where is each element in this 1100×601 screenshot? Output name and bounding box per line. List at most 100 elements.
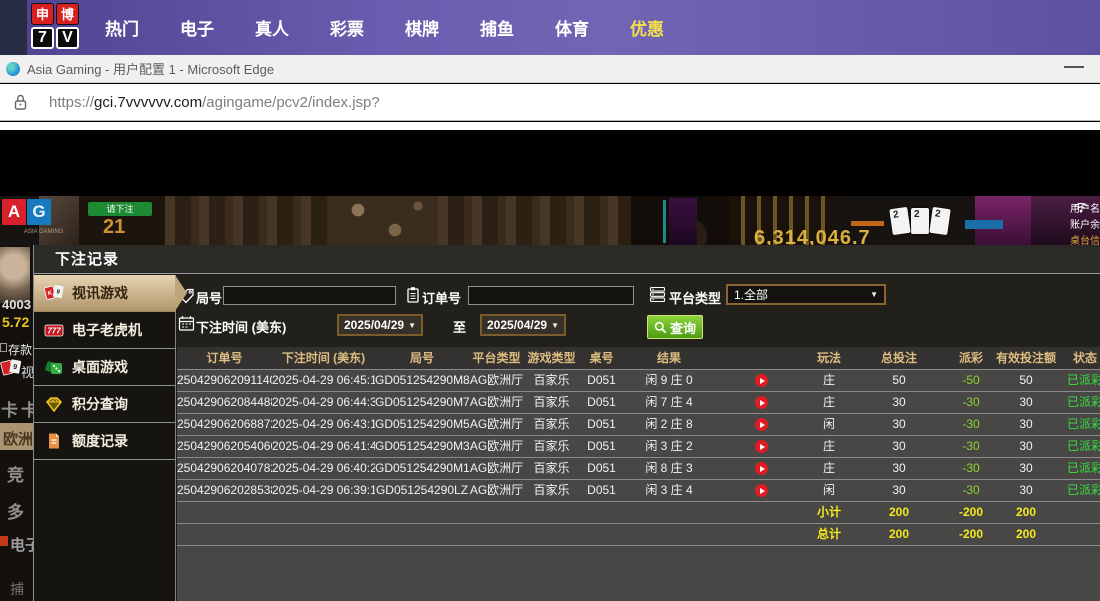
- banner-blue-bar: [965, 220, 1003, 229]
- column-header: 订单号: [177, 347, 272, 369]
- main-nav-items: 热门 电子 真人 彩票 棋牌 捕鱼 体育 优惠: [92, 0, 669, 55]
- chevron-down-icon: ▼: [551, 321, 559, 330]
- platform-stack-icon: [649, 286, 666, 303]
- ag-logo: A G ASIA GAMING: [2, 199, 54, 241]
- points-value: 4003: [2, 297, 31, 312]
- cell-game: 百家乐: [524, 436, 579, 457]
- sidebar-item-2[interactable]: 桌面游戏: [34, 349, 175, 386]
- banner-slot-sliver: [669, 198, 697, 245]
- nav-item-1[interactable]: 电子: [175, 15, 219, 40]
- avatar: [0, 247, 30, 303]
- cell-payout: -30: [949, 414, 993, 435]
- total-cell-status: [1059, 524, 1100, 545]
- minimize-button[interactable]: [1064, 66, 1084, 68]
- balance-value: 5.72: [2, 314, 29, 330]
- replay-button[interactable]: [755, 440, 768, 453]
- total-cell-game: [524, 502, 579, 523]
- cell-time: 2025-04-29 06:45:14: [272, 370, 375, 391]
- table-row: 2504290620407822025-04-29 06:40:24GD0512…: [177, 458, 1100, 480]
- site-logo[interactable]: 申 博 7 V: [31, 3, 80, 52]
- multi-nav-partial[interactable]: 多: [7, 498, 24, 523]
- dice-icon: [44, 358, 64, 376]
- total-cell-time: [272, 502, 375, 523]
- fish-nav-partial[interactable]: 捕: [10, 579, 24, 599]
- ag-logo-caption: ASIA GAMING: [24, 229, 63, 235]
- total-cell-result: [624, 502, 714, 523]
- url-scheme: https://: [49, 94, 94, 111]
- cell-status: 已派彩: [1059, 392, 1100, 413]
- nav-item-7[interactable]: 优惠: [625, 15, 669, 40]
- cell-result: 闲 2 庄 8: [624, 414, 714, 435]
- nav-item-4[interactable]: 棋牌: [400, 15, 444, 40]
- nav-item-3[interactable]: 彩票: [325, 15, 369, 40]
- total-cell-status: [1059, 502, 1100, 523]
- table-number: 21: [103, 216, 125, 239]
- replay-button[interactable]: [755, 418, 768, 431]
- sidebar-item-0[interactable]: K9视讯游戏: [34, 275, 175, 312]
- deposit-link[interactable]: 存款: [8, 341, 32, 358]
- banner-game-tile: 请下注 21: [79, 196, 165, 245]
- cell-game: 百家乐: [524, 414, 579, 435]
- column-header: 派彩: [949, 347, 993, 369]
- chevron-down-icon: ▼: [870, 290, 878, 299]
- cell-bet: 30: [849, 458, 949, 479]
- cell-play: 庄: [809, 458, 849, 479]
- cell-status: 已派彩: [1059, 436, 1100, 457]
- total-cell-payout: -200: [949, 502, 993, 523]
- casino-banner: A G ASIA GAMING 请下注 21 2 2 2 6,314,046.7: [0, 196, 1100, 245]
- url-text: https://gci.7vvvvvv.com/agingame/pcv2/in…: [49, 94, 380, 111]
- sidebar-item-4[interactable]: 额度记录: [34, 423, 175, 460]
- window-titlebar: Asia Gaming - 用户配置 1 - Microsoft Edge: [0, 55, 1100, 83]
- cell-order: 250429062091140: [177, 370, 272, 391]
- date-from-picker[interactable]: 2025/04/29 ▼: [337, 314, 423, 336]
- cell-game: 百家乐: [524, 458, 579, 479]
- search-button[interactable]: 查询: [647, 315, 703, 339]
- total-cell-replay: [714, 524, 809, 545]
- replay-button[interactable]: [755, 374, 768, 387]
- total-cell-valid: 200: [993, 502, 1059, 523]
- date-to-picker[interactable]: 2025/04/29 ▼: [480, 314, 566, 336]
- platform-type-select[interactable]: 1.全部 ▼: [726, 284, 886, 305]
- column-header: 游戏类型: [524, 347, 579, 369]
- window-title: Asia Gaming - 用户配置 1 - Microsoft Edge: [27, 59, 274, 78]
- cell-round: GD051254290M7: [375, 392, 469, 413]
- cell-platform: AG欧洲厅: [469, 436, 524, 457]
- nav-item-6[interactable]: 体育: [550, 15, 594, 40]
- cell-order: 250429062028538: [177, 480, 272, 501]
- replay-button[interactable]: [755, 462, 768, 475]
- race-nav-partial[interactable]: 竞: [7, 461, 24, 486]
- sidebar-item-1[interactable]: 777电子老虎机: [34, 312, 175, 349]
- sidebar-item-3[interactable]: 积分查询: [34, 386, 175, 423]
- order-input[interactable]: [468, 286, 634, 305]
- cell-payout: -30: [949, 480, 993, 501]
- nav-item-0[interactable]: 热门: [100, 15, 144, 40]
- cell-replay: [714, 414, 809, 435]
- cell-platform: AG欧洲厅: [469, 480, 524, 501]
- url-bar[interactable]: https://gci.7vvvvvv.com/agingame/pcv2/in…: [0, 84, 1100, 121]
- table-row: 2504290620911402025-04-29 06:45:14GD0512…: [177, 370, 1100, 392]
- cell-valid: 30: [993, 480, 1059, 501]
- cell-table_no: D051: [579, 370, 624, 391]
- total-cell-time: [272, 524, 375, 545]
- replay-button[interactable]: [755, 396, 768, 409]
- nav-item-5[interactable]: 捕鱼: [475, 15, 519, 40]
- banner-dots-texture: [333, 196, 438, 245]
- nav-item-2[interactable]: 真人: [250, 15, 294, 40]
- europe-nav-partial[interactable]: 欧洲: [3, 428, 33, 449]
- cell-order: 250429062068872: [177, 414, 272, 435]
- replay-button[interactable]: [755, 484, 768, 497]
- svg-text:777: 777: [47, 327, 61, 336]
- total-cell-replay: [714, 502, 809, 523]
- cell-table_no: D051: [579, 414, 624, 435]
- cell-result: 闲 3 庄 4: [624, 480, 714, 501]
- cell-play: 庄: [809, 392, 849, 413]
- cell-time: 2025-04-29 06:43:10: [272, 414, 375, 435]
- modal-content: 局号 订单号 平台类型 1.全部 ▼: [177, 275, 1100, 601]
- sidebar-item-label: 额度记录: [72, 431, 128, 451]
- logo-cell: 7: [31, 27, 54, 49]
- total-cell-table_no: [579, 524, 624, 545]
- sidebar-item-label: 积分查询: [72, 394, 128, 414]
- records-table: 订单号下注时间 (美东)局号平台类型游戏类型桌号结果玩法总投注派彩有效投注额状态…: [177, 347, 1100, 601]
- round-input[interactable]: [223, 286, 396, 305]
- cell-round: GD051254290M8: [375, 370, 469, 391]
